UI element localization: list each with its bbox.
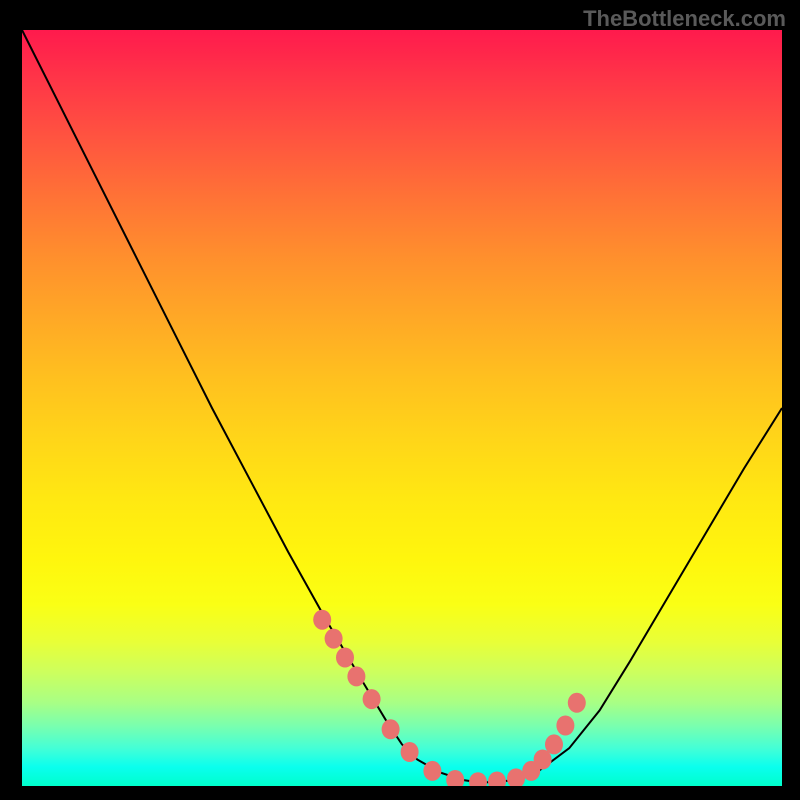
chart-container: TheBottleneck.com <box>0 0 800 800</box>
chart-svg <box>22 30 782 786</box>
data-point <box>556 716 574 736</box>
data-point <box>336 648 354 668</box>
data-point <box>568 693 586 713</box>
data-point <box>363 689 381 709</box>
data-point <box>325 629 343 649</box>
data-point <box>488 772 506 787</box>
data-point <box>423 761 441 781</box>
data-point <box>347 666 365 686</box>
plot-area <box>22 30 782 786</box>
points-group <box>313 610 586 786</box>
watermark-text: TheBottleneck.com <box>583 6 786 32</box>
data-point <box>382 719 400 739</box>
data-point <box>469 772 487 786</box>
data-point <box>313 610 331 630</box>
data-point <box>401 742 419 762</box>
curve-group <box>22 30 782 782</box>
data-point <box>545 734 563 754</box>
data-point <box>446 770 464 786</box>
bottleneck-curve <box>22 30 782 782</box>
